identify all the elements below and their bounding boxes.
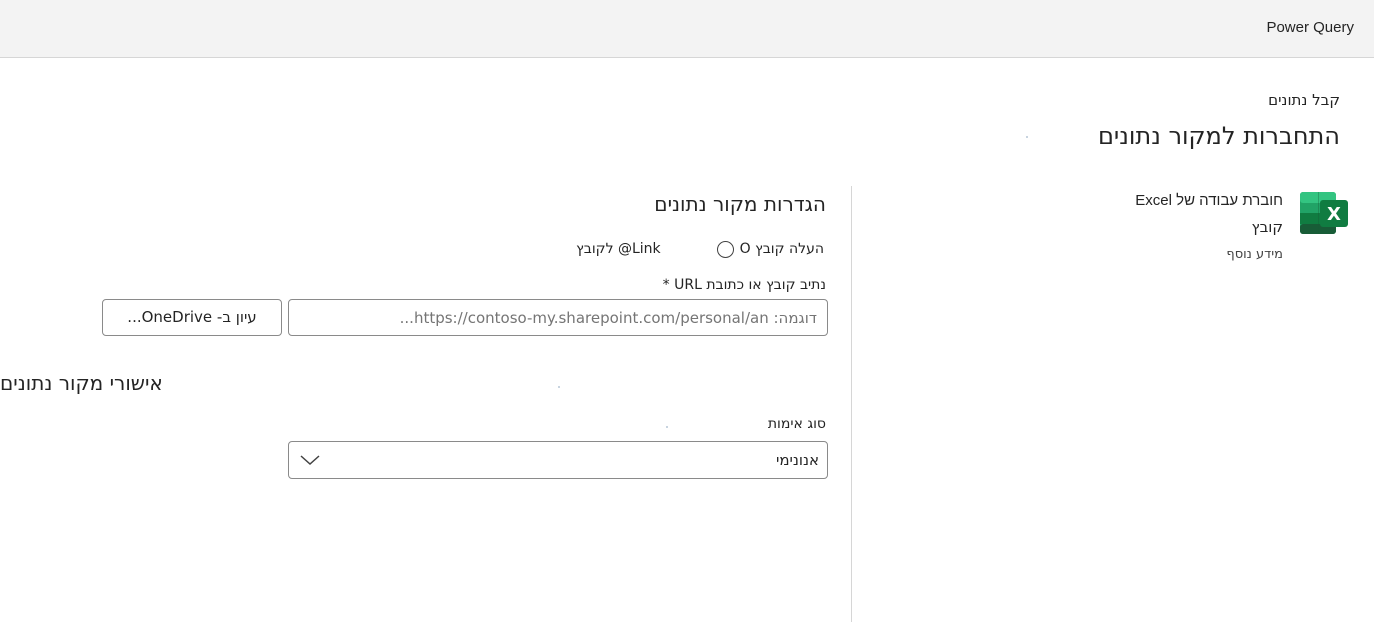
connector-name: חוברת עבודה של Excel bbox=[1135, 192, 1283, 209]
radio-upload-label: העלה קובץ O bbox=[739, 241, 824, 257]
connector-type: קובץ bbox=[1251, 218, 1284, 236]
learn-more-link[interactable]: מידע נוסף bbox=[1226, 247, 1283, 262]
excel-icon: X bbox=[1300, 192, 1348, 234]
credentials-section-title: אישורי מקור נתונים bbox=[0, 371, 163, 395]
browse-onedrive-button[interactable]: עיון ב- OneDrive... bbox=[102, 299, 282, 336]
auth-type-dropdown[interactable]: אנונימי bbox=[288, 441, 828, 479]
url-input[interactable] bbox=[288, 299, 828, 336]
top-bar: Power Query bbox=[0, 0, 1374, 58]
auth-type-label: סוג אימות bbox=[767, 416, 826, 432]
url-field-label: נתיב קובץ או כתובת URL * bbox=[662, 277, 826, 293]
radio-circle-icon[interactable] bbox=[716, 240, 734, 258]
radio-link-label: Link@ לקובץ bbox=[576, 241, 661, 257]
auth-type-value: אנונימי bbox=[775, 451, 819, 469]
page-title: התחברות למקור נתונים bbox=[1097, 122, 1340, 150]
panel-divider bbox=[851, 186, 852, 622]
app-name: Power Query bbox=[1266, 19, 1354, 36]
breadcrumb[interactable]: קבל נתונים bbox=[1268, 91, 1340, 109]
decor-dot bbox=[558, 386, 560, 388]
decor-dot bbox=[1026, 136, 1028, 138]
decor-dot bbox=[666, 426, 668, 428]
radio-link-to-file[interactable]: Link@ לקובץ bbox=[576, 241, 660, 257]
settings-section-title: הגדרות מקור נתונים bbox=[654, 192, 826, 216]
radio-upload-file[interactable]: העלה קובץ O bbox=[716, 240, 824, 258]
svg-text:X: X bbox=[1327, 204, 1341, 225]
source-radio-group: Link@ לקובץ העלה קובץ O bbox=[576, 238, 824, 260]
chevron-down-icon bbox=[300, 455, 320, 466]
